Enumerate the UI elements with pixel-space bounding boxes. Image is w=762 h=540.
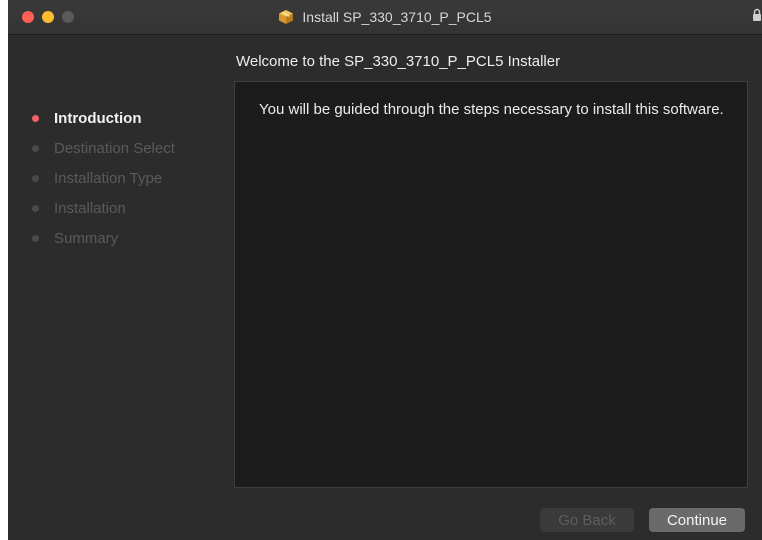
title-bar[interactable]: Install SP_330_3710_P_PCL5 bbox=[8, 0, 762, 35]
step-label: Introduction bbox=[54, 109, 142, 127]
step-destination-select: Destination Select bbox=[26, 133, 226, 163]
step-indicator-dot bbox=[32, 204, 39, 212]
lock-icon bbox=[752, 8, 762, 22]
step-introduction: Introduction bbox=[26, 103, 226, 133]
window-title-group: Install SP_330_3710_P_PCL5 bbox=[8, 0, 762, 34]
step-installation-type: Installation Type bbox=[26, 163, 226, 193]
step-summary: Summary bbox=[26, 223, 226, 253]
step-label: Destination Select bbox=[54, 139, 175, 157]
step-label: Summary bbox=[54, 229, 119, 247]
step-indicator-dot bbox=[32, 234, 39, 242]
continue-button[interactable]: Continue bbox=[649, 508, 745, 532]
step-label: Installation Type bbox=[54, 169, 163, 187]
page-title: Welcome to the SP_330_3710_P_PCL5 Instal… bbox=[236, 53, 561, 70]
step-label: Installation bbox=[54, 199, 126, 217]
step-indicator-dot bbox=[32, 174, 39, 182]
installer-steps-sidebar: Introduction Destination Select Installa… bbox=[26, 103, 226, 253]
package-icon bbox=[278, 9, 294, 25]
step-indicator-dot bbox=[32, 144, 39, 152]
intro-text: You will be guided through the steps nec… bbox=[259, 101, 724, 118]
step-indicator-dot bbox=[32, 114, 39, 122]
content-panel: You will be guided through the steps nec… bbox=[234, 81, 748, 488]
window-title: Install SP_330_3710_P_PCL5 bbox=[302, 9, 492, 25]
step-installation: Installation bbox=[26, 193, 226, 223]
installer-window: Install SP_330_3710_P_PCL5 Welcome to th… bbox=[8, 0, 762, 540]
go-back-button: Go Back bbox=[540, 508, 634, 532]
